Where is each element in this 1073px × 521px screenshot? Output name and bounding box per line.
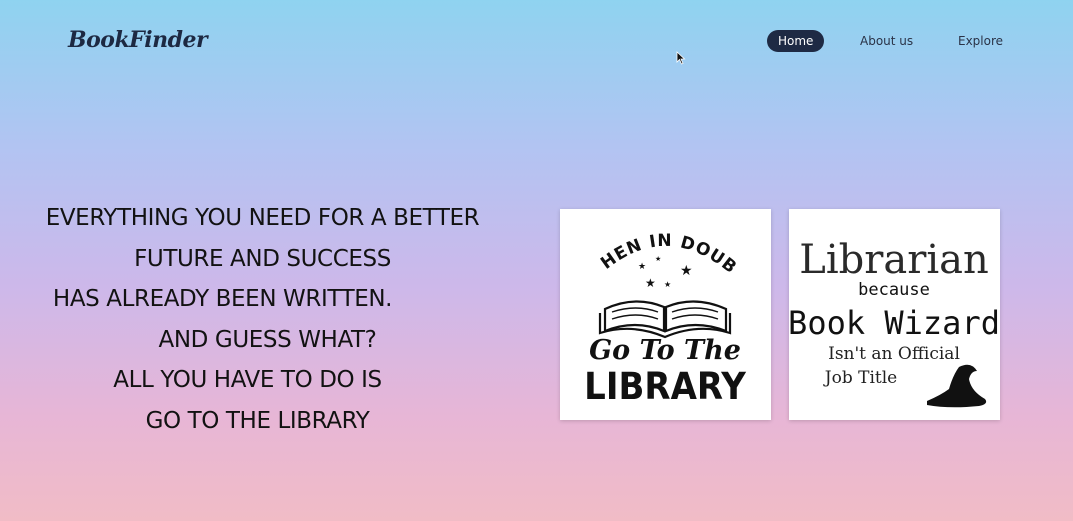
open-book-with-stars-icon — [598, 300, 732, 339]
stars-icon: ★ ★ ★ ★ ★ — [638, 255, 693, 290]
card1-bottom-text: LIBRARY — [584, 366, 747, 409]
svg-text:★: ★ — [645, 276, 656, 290]
hero-line: HAS ALREADY BEEN WRITTEN. — [52, 286, 393, 313]
site-logo[interactable]: BookFinder — [68, 27, 208, 53]
svg-text:★: ★ — [664, 280, 671, 289]
svg-text:★: ★ — [655, 255, 661, 263]
hero-line: AND GUESS WHAT? — [158, 326, 377, 353]
card2-line5: Job Title — [823, 368, 897, 388]
card2-line2: because — [858, 280, 930, 300]
card2-line4: Isn't an Official — [828, 344, 960, 364]
main-nav: Home About us Explore — [767, 30, 1003, 52]
nav-about-us[interactable]: About us — [860, 30, 913, 52]
library-quote-art: WHEN IN DOUBT ★ ★ ★ ★ ★ Go To The LIBRAR… — [560, 209, 747, 409]
hero-line: ALL YOU HAVE TO DO IS — [113, 367, 382, 394]
librarian-quote-card[interactable]: Librarian because Book Wizard Isn't an O… — [789, 209, 1000, 420]
wizard-hat-icon — [927, 364, 987, 408]
nav-home[interactable]: Home — [767, 30, 825, 52]
card2-line1: Librarian — [799, 237, 988, 283]
hero-line: GO TO THE LIBRARY — [145, 407, 370, 434]
hero-line: FUTURE AND SUCCESS — [134, 245, 391, 272]
nav-explore[interactable]: Explore — [958, 30, 1003, 52]
hero-quote: EVERYTHING YOU NEED FOR A BETTER FUTURE … — [20, 198, 505, 442]
svg-text:★: ★ — [638, 262, 646, 272]
card2-line3: Book Wizard — [789, 304, 1000, 342]
card1-script-text: Go To The — [589, 335, 741, 366]
library-quote-card[interactable]: WHEN IN DOUBT ★ ★ ★ ★ ★ Go To The LIBRAR… — [560, 209, 771, 420]
librarian-quote-art: Librarian because Book Wizard Isn't an O… — [789, 237, 1000, 408]
card1-top-text: WHEN IN DOUBT — [560, 209, 741, 278]
mouse-cursor-icon — [676, 51, 686, 65]
svg-text:★: ★ — [680, 263, 693, 279]
hero-line: EVERYTHING YOU NEED FOR A BETTER — [45, 205, 480, 231]
